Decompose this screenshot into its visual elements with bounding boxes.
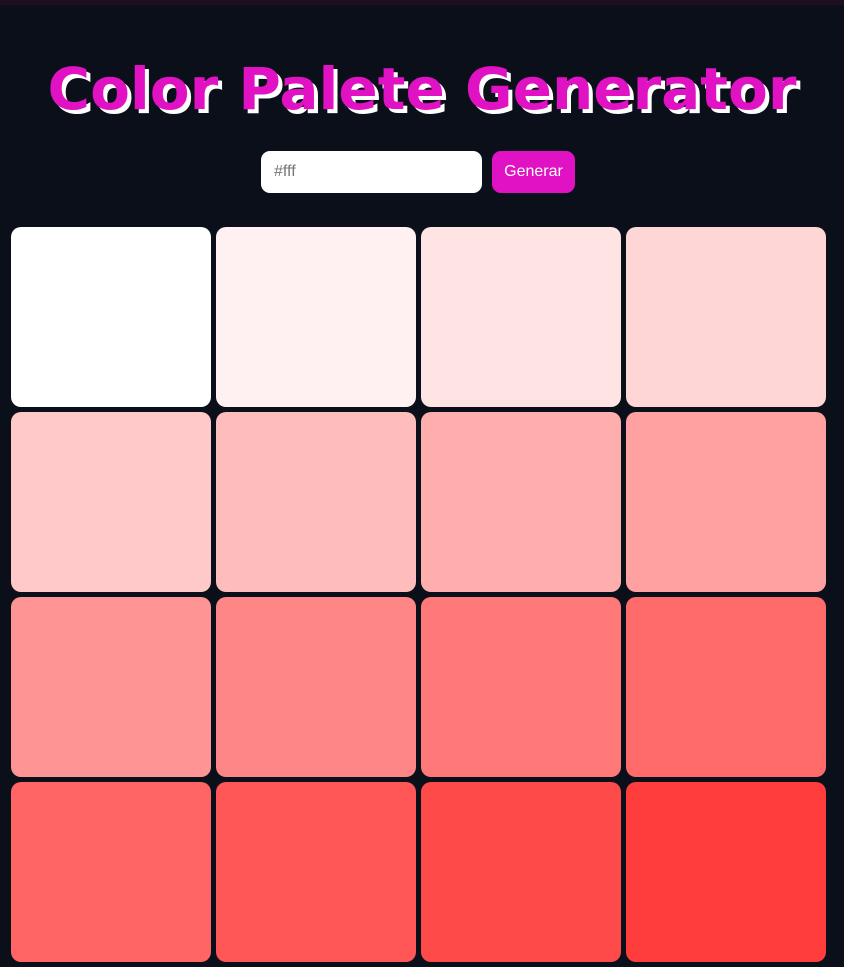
color-swatch[interactable] xyxy=(11,412,211,592)
color-swatch[interactable] xyxy=(216,597,416,777)
color-swatch[interactable] xyxy=(11,227,211,407)
color-swatch[interactable] xyxy=(11,782,211,962)
top-strip xyxy=(0,0,844,5)
color-swatch[interactable] xyxy=(421,782,621,962)
color-swatch[interactable] xyxy=(421,227,621,407)
color-swatch[interactable] xyxy=(421,412,621,592)
color-palette xyxy=(11,227,826,962)
color-swatch[interactable] xyxy=(216,412,416,592)
color-swatch[interactable] xyxy=(11,597,211,777)
page-title: Color Palete Generator xyxy=(47,55,797,123)
generator-controls: Generar xyxy=(261,151,575,193)
color-input[interactable] xyxy=(261,151,482,193)
color-swatch[interactable] xyxy=(421,597,621,777)
color-swatch[interactable] xyxy=(626,597,826,777)
color-swatch[interactable] xyxy=(216,782,416,962)
color-swatch[interactable] xyxy=(626,412,826,592)
color-swatch[interactable] xyxy=(626,227,826,407)
generate-button[interactable]: Generar xyxy=(492,151,575,193)
color-swatch[interactable] xyxy=(216,227,416,407)
color-swatch[interactable] xyxy=(626,782,826,962)
